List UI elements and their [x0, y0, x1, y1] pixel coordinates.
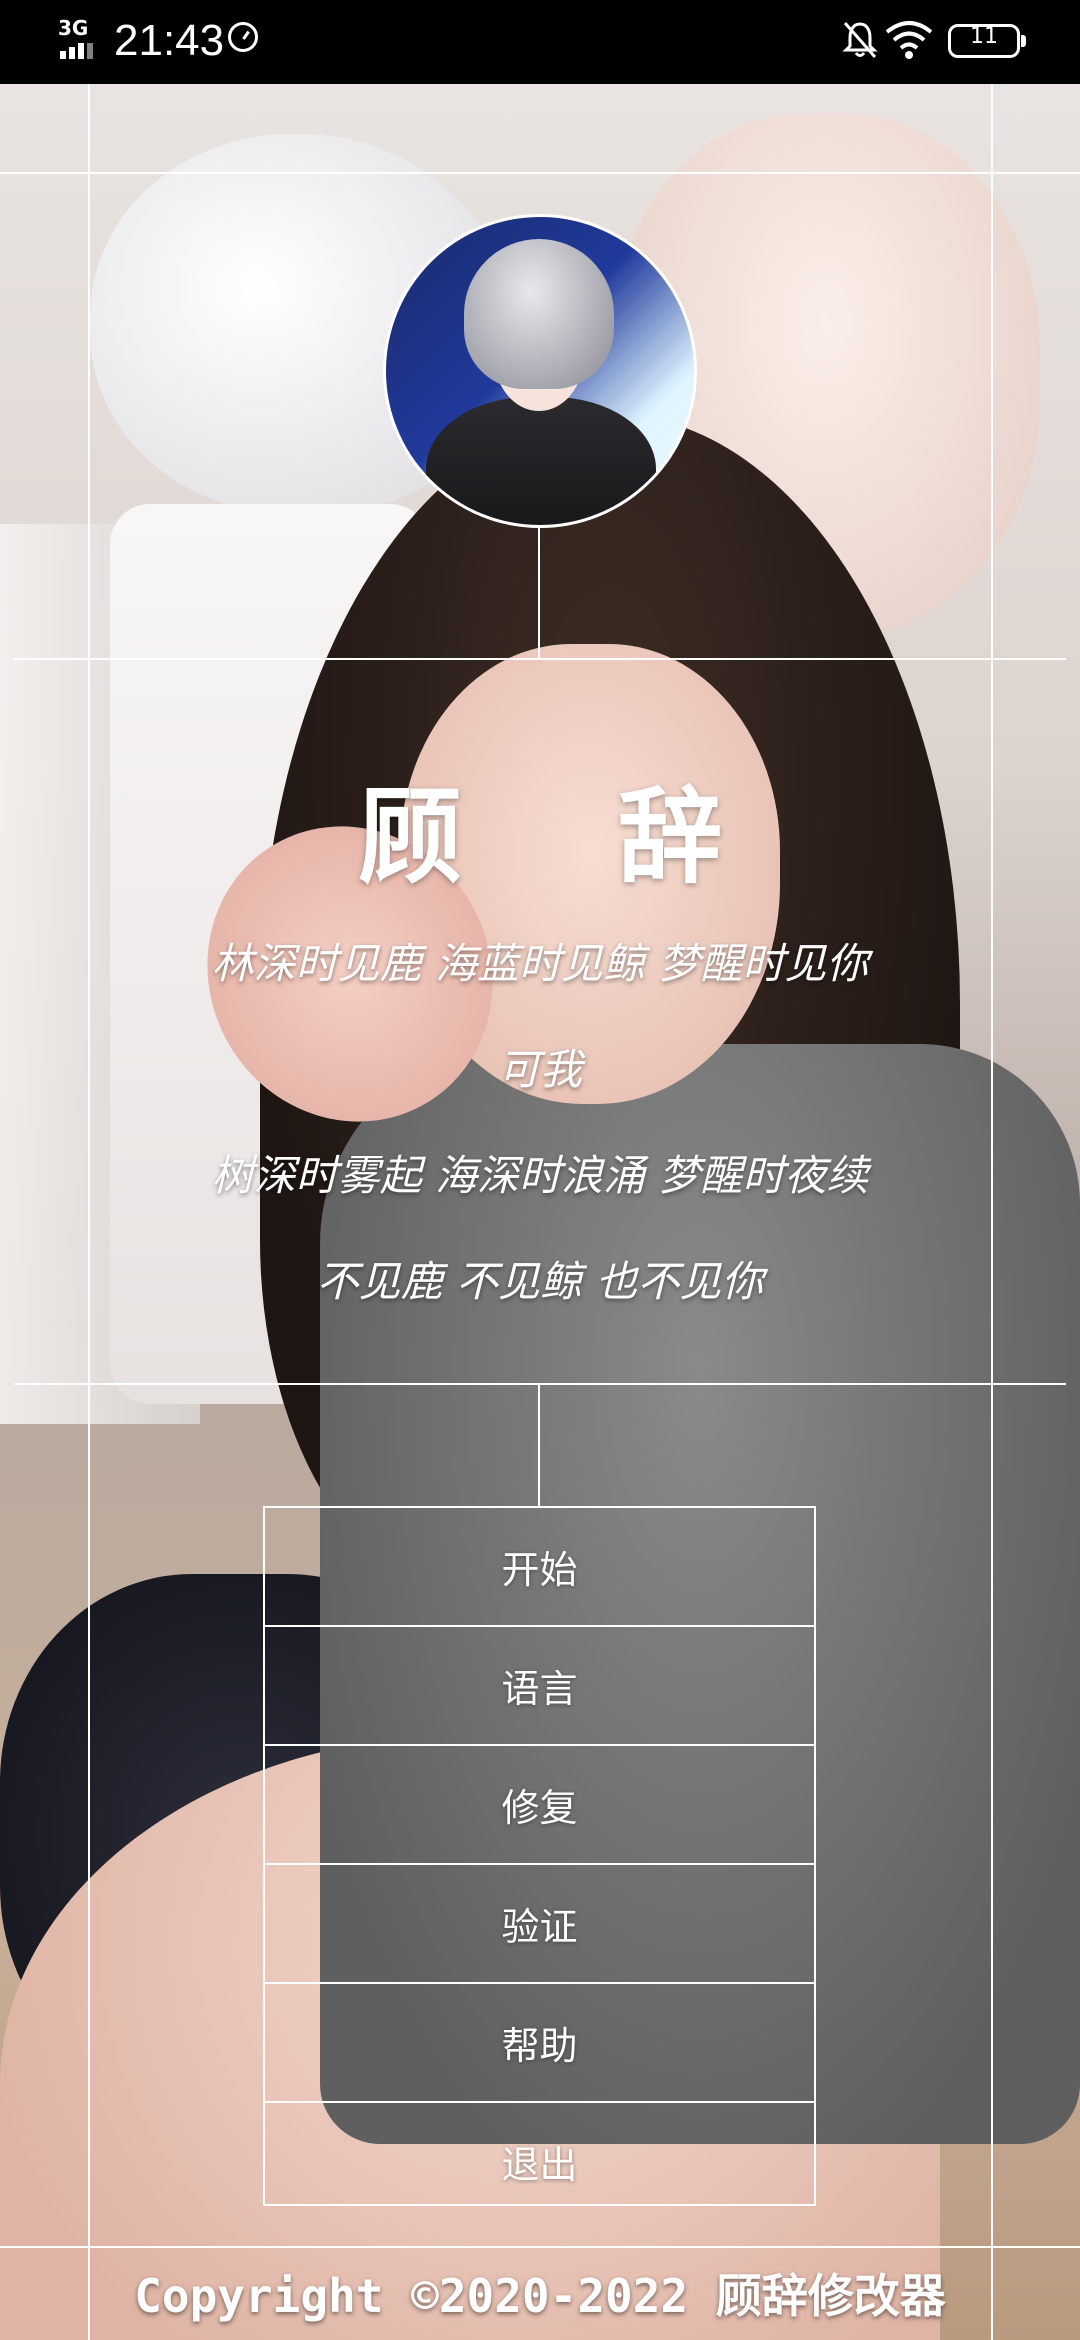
menu-start-button[interactable]: 开始 — [265, 1508, 814, 1627]
poem-line-3: 树深时雾起 海深时浪涌 梦醒时夜续 — [211, 1151, 869, 1200]
app-title: 顾 辞 — [357, 776, 783, 898]
frame-line-left — [88, 84, 90, 2340]
battery-icon: 11 — [948, 24, 1026, 58]
poem-line-1: 林深时见鹿 海蓝时见鲸 梦醒时见你 — [211, 939, 869, 988]
poem-line-4: 不见鹿 不见鲸 也不见你 — [316, 1257, 764, 1306]
battery-level: 11 — [970, 24, 998, 49]
clock-icon — [228, 22, 258, 52]
menu-verify-button[interactable]: 验证 — [265, 1865, 814, 1984]
mute-icon — [842, 22, 878, 58]
main-menu: 开始 语言 修复 验证 帮助 退出 — [263, 1506, 816, 2206]
frame-line-header-bottom — [14, 658, 1066, 660]
clock-time: 21:43 — [114, 16, 225, 65]
poem-line-2: 可我 — [497, 1045, 582, 1094]
menu-help-button[interactable]: 帮助 — [265, 1984, 814, 2103]
wifi-icon — [885, 21, 933, 59]
status-bar: 3G 21:43 11 — [0, 0, 1080, 84]
signal-icon — [60, 40, 96, 59]
network-type-label: 3G — [58, 16, 89, 40]
frame-line-poem-bottom — [14, 1383, 1066, 1385]
frame-line-top — [0, 172, 1080, 174]
avatar — [383, 214, 697, 528]
menu-exit-button[interactable]: 退出 — [265, 2103, 814, 2220]
menu-repair-button[interactable]: 修复 — [265, 1746, 814, 1865]
frame-line-avatar-stem — [538, 528, 540, 658]
frame-line-right — [991, 84, 993, 2340]
menu-language-button[interactable]: 语言 — [265, 1627, 814, 1746]
footer-copyright: Copyright ©2020-2022 顾辞修改器 — [134, 2269, 946, 2323]
frame-line-menu-stem — [538, 1384, 540, 1506]
